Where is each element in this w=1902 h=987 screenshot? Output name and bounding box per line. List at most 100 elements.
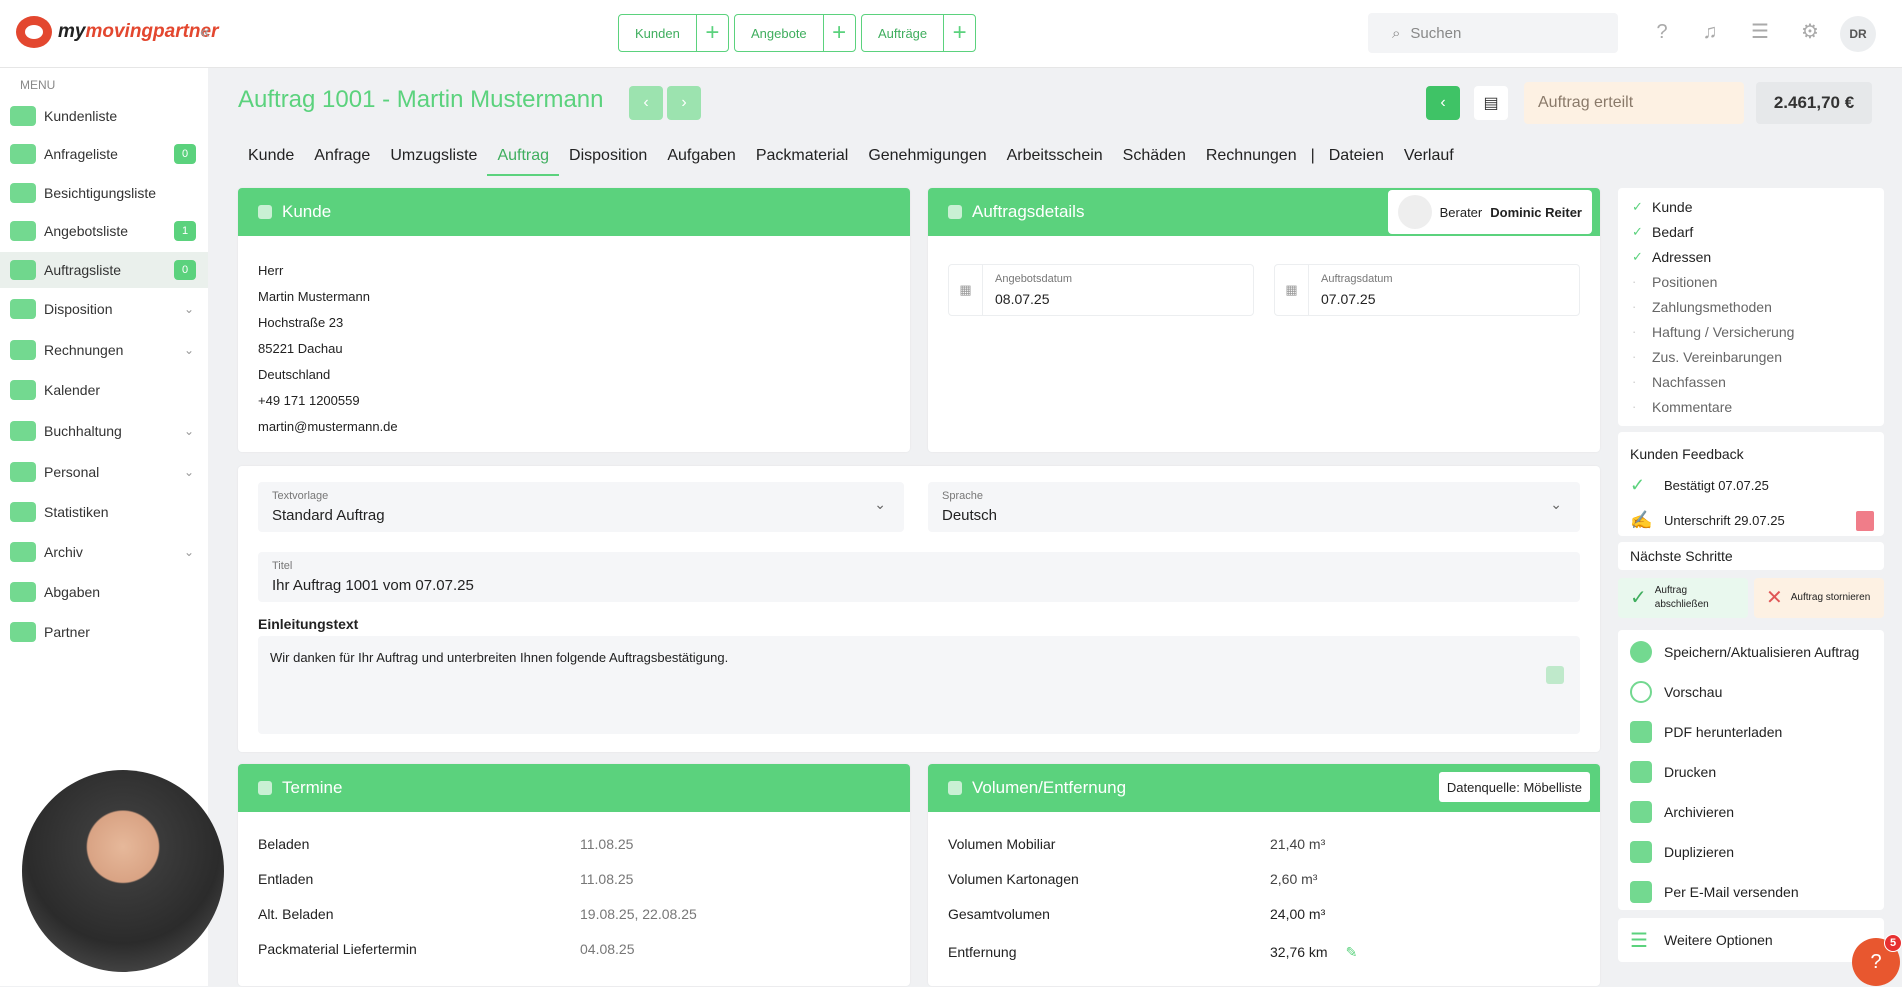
sidebar-item-label: Statistiken xyxy=(44,504,109,520)
save-button[interactable]: Speichern/Aktualisieren Auftrag xyxy=(1618,632,1884,672)
auftragsdatum-field[interactable]: ▦ Auftragsdatum 07.07.25 xyxy=(1274,264,1580,316)
action-label: Weitere Optionen xyxy=(1664,932,1773,948)
tab-dateien[interactable]: Dateien xyxy=(1319,144,1394,176)
titel-input[interactable]: Titel Ihr Auftrag 1001 vom 07.07.25 xyxy=(258,552,1580,602)
add-kunde-icon[interactable]: + xyxy=(695,15,728,51)
datenquelle-button[interactable]: Datenquelle: Möbelliste xyxy=(1438,772,1590,802)
check-bedarf[interactable]: ✓ Bedarf xyxy=(1618,219,1884,244)
sidebar-item-angebotsliste[interactable]: Angebotsliste 1 xyxy=(0,213,208,249)
pdf-download-button[interactable]: PDF herunterladen xyxy=(1618,712,1884,752)
more-options-button[interactable]: ☰ Weitere Optionen xyxy=(1618,918,1884,962)
chevron-down-icon: ⌄ xyxy=(183,302,194,316)
sidebar-item-partner[interactable]: Partner xyxy=(0,614,208,650)
berater-chip[interactable]: Berater Dominic Reiter xyxy=(1387,190,1592,234)
tab-anfrage[interactable]: Anfrage xyxy=(304,144,380,176)
sidebar-item-besichtigungsliste[interactable]: Besichtigungsliste xyxy=(0,175,208,211)
duplicate-button[interactable]: Duplizieren xyxy=(1618,832,1884,872)
status-badge[interactable]: Auftrag erteilt xyxy=(1524,82,1744,124)
chevron-down-icon: ⌄ xyxy=(183,545,194,559)
einleitung-textarea[interactable]: Wir danken für Ihr Auftrag und unterbrei… xyxy=(258,636,1580,734)
search-input[interactable]: ⌕ Suchen xyxy=(1368,13,1618,53)
check-positionen[interactable]: · Positionen xyxy=(1618,269,1884,294)
check-haftung[interactable]: · Haftung / Versicherung xyxy=(1618,319,1884,344)
next-icon[interactable]: › xyxy=(667,86,701,120)
avatar[interactable]: DR xyxy=(1840,16,1876,52)
angebotsdatum-field[interactable]: ▦ Angebotsdatum 08.07.25 xyxy=(948,264,1254,316)
help-circle-icon[interactable]: ? xyxy=(1650,20,1674,44)
trash-icon[interactable] xyxy=(1856,510,1874,531)
check-kommentare[interactable]: · Kommentare xyxy=(1618,394,1884,419)
sidebar-item-rechnungen[interactable]: Rechnungen ⌄ xyxy=(0,332,208,368)
check-icon: ✓ xyxy=(1632,198,1643,214)
previous-icon[interactable]: ‹ xyxy=(629,86,663,120)
berater-avatar xyxy=(1397,195,1432,229)
action-label: Speichern/Aktualisieren Auftrag xyxy=(1664,644,1860,660)
field-value: 08.07.25 xyxy=(995,291,1050,307)
bell-icon[interactable]: ♫ xyxy=(1698,20,1722,44)
card-title: Termine xyxy=(282,778,343,797)
back-icon[interactable]: ‹ xyxy=(1426,86,1460,120)
tab-packmaterial[interactable]: Packmaterial xyxy=(746,144,858,176)
close-icon: ✕ xyxy=(1766,587,1783,609)
quick-angebote-button[interactable]: Angebote xyxy=(735,15,823,51)
sidebar-item-label: Abgaben xyxy=(44,584,101,600)
check-label: Zus. Vereinbarungen xyxy=(1652,348,1782,365)
add-angebot-icon[interactable]: + xyxy=(822,15,855,51)
tab-auftrag[interactable]: Auftrag xyxy=(487,144,560,176)
check-vereinbarungen[interactable]: · Zus. Vereinbarungen xyxy=(1618,344,1884,369)
email[interactable]: martin@mustermann.de xyxy=(258,414,890,440)
check-adressen[interactable]: ✓ Adressen xyxy=(1618,244,1884,269)
sidebar-item-auftragsliste[interactable]: Auftragsliste 0 xyxy=(0,252,208,288)
checklist-panel: ✓ Kunde ✓ Bedarf ✓ Adressen · Positionen · Za… xyxy=(1618,188,1884,426)
help-label: ? xyxy=(1870,950,1882,973)
textvorlage-select[interactable]: Textvorlage Standard Auftrag ⌄ xyxy=(258,482,904,532)
sidebar-item-archiv[interactable]: Archiv ⌄ xyxy=(0,534,208,570)
sidebar-item-personal[interactable]: Personal ⌄ xyxy=(0,454,208,490)
print-button[interactable]: Drucken xyxy=(1618,752,1884,792)
tab-verlauf[interactable]: Verlauf xyxy=(1394,144,1464,176)
sidebar-item-abgaben[interactable]: Abgaben xyxy=(0,574,208,610)
dispatch-icon xyxy=(10,299,36,319)
sidebar-item-anfrageliste[interactable]: Anfrageliste 0 xyxy=(0,136,208,172)
tab-arbeitsschein[interactable]: Arbeitsschein xyxy=(997,144,1113,176)
action-label: PDF herunterladen xyxy=(1664,724,1783,740)
tasks-icon[interactable]: ☰ xyxy=(1748,20,1772,44)
cancel-order-button[interactable]: ✕ Auftrag stornieren xyxy=(1754,578,1884,618)
tab-schaeden[interactable]: Schäden xyxy=(1113,144,1196,176)
total-amount: 2.461,70 € xyxy=(1756,82,1872,124)
quick-kunden-button[interactable]: Kunden xyxy=(619,15,696,51)
sidebar-item-kundenliste[interactable]: Kundenliste xyxy=(0,98,208,134)
calendar-icon xyxy=(258,781,272,795)
check-kunde[interactable]: ✓ Kunde xyxy=(1618,194,1884,219)
help-chat-button[interactable]: ? 5 xyxy=(1852,934,1902,986)
preview-button[interactable]: Vorschau xyxy=(1618,672,1884,712)
complete-order-button[interactable]: ✓ Auftrag abschließen xyxy=(1618,578,1748,618)
chevron-down-icon: ⌄ xyxy=(874,496,886,512)
check-nachfassen[interactable]: · Nachfassen xyxy=(1618,369,1884,394)
phone[interactable]: +49 171 1200559 xyxy=(258,388,890,414)
check-zahlungsmethoden[interactable]: · Zahlungsmethoden xyxy=(1618,294,1884,319)
tab-disposition[interactable]: Disposition xyxy=(559,144,657,176)
sprache-select[interactable]: Sprache Deutsch ⌄ xyxy=(928,482,1580,532)
tab-aufgaben[interactable]: Aufgaben xyxy=(657,144,746,176)
tab-rechnungen[interactable]: Rechnungen xyxy=(1196,144,1307,176)
sidebar-item-disposition[interactable]: Disposition ⌄ xyxy=(0,291,208,327)
tab-genehmigungen[interactable]: Genehmigungen xyxy=(858,144,996,176)
download-icon xyxy=(1630,801,1652,823)
tab-umzugsliste[interactable]: Umzugsliste xyxy=(380,144,487,176)
archive-button[interactable]: Archivieren xyxy=(1618,792,1884,832)
text-format-icon[interactable] xyxy=(1546,666,1564,684)
tab-kunde[interactable]: Kunde xyxy=(238,144,304,176)
sidebar-item-kalender[interactable]: Kalender xyxy=(0,372,208,408)
collapse-sidebar-icon[interactable]: « xyxy=(200,22,210,43)
gear-icon[interactable]: ⚙ xyxy=(1798,20,1822,44)
sidebar-item-statistiken[interactable]: Statistiken xyxy=(0,494,208,530)
edit-icon[interactable]: ✎ xyxy=(1346,944,1358,961)
add-auftrag-icon[interactable]: + xyxy=(943,15,975,51)
email-button[interactable]: Per E-Mail versenden xyxy=(1618,872,1884,912)
quick-auftraege-button[interactable]: Aufträge xyxy=(862,15,943,51)
logo[interactable]: mymovingpartner xyxy=(16,16,219,48)
sidebar-item-buchhaltung[interactable]: Buchhaltung ⌄ xyxy=(0,413,208,449)
print-icon[interactable]: ▤ xyxy=(1474,86,1508,120)
count-badge: 1 xyxy=(174,221,196,241)
